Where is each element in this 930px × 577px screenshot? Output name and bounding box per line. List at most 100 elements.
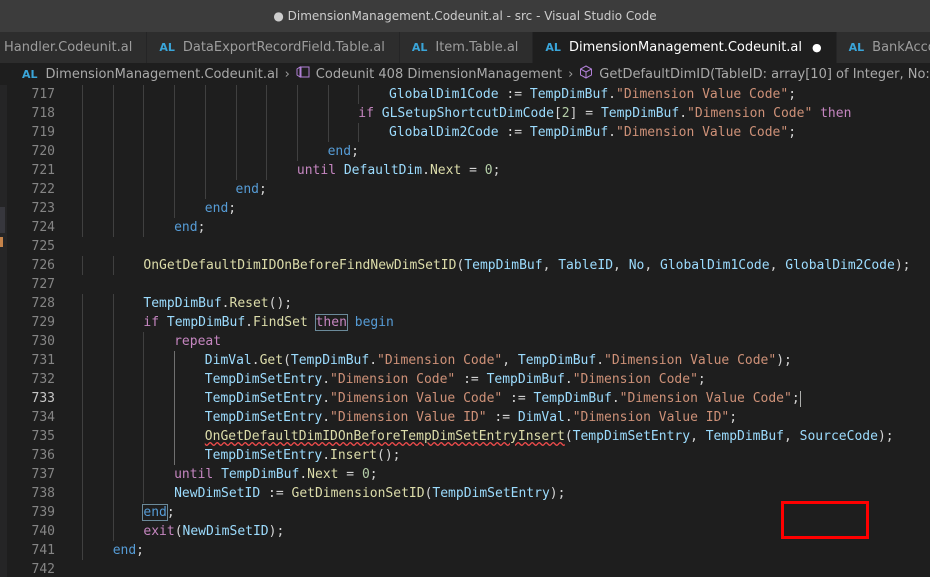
indent-guide	[82, 446, 83, 465]
code-line[interactable]: end;	[82, 541, 930, 560]
tab-label: DimensionManagement.Codeunit.al	[568, 40, 803, 55]
indent-guide	[82, 503, 83, 522]
code-token: "Dimension Value ID"	[330, 410, 487, 425]
indent-guide	[174, 104, 176, 123]
indent-guide	[112, 104, 114, 123]
code-line[interactable]: until DefaultDim.Next = 0;	[82, 161, 930, 180]
code-text: GlobalDim2Code := TempDimBuf."Dimension …	[389, 123, 796, 142]
code-line[interactable]: end;	[82, 180, 930, 199]
editor-tab[interactable]: AL Item.Table.al	[399, 32, 534, 63]
line-number: 731	[31, 353, 55, 368]
code-token: (	[174, 524, 183, 539]
indent-guide	[82, 294, 83, 313]
breadcrumb-object[interactable]: Codeunit 408 DimensionManagement	[316, 67, 562, 82]
code-line[interactable]: TempDimSetEntry."Dimension Value Code" :…	[82, 389, 930, 408]
code-line[interactable]: end;	[82, 199, 930, 218]
line-number: 722	[31, 182, 55, 197]
indent-guide	[112, 503, 114, 522]
code-text: if TempDimBuf.FindSet then begin	[143, 313, 394, 332]
line-number: 721	[31, 163, 55, 178]
editor-tab[interactable]: AL DimensionManagement.Codeunit.al ●	[533, 32, 837, 63]
line-number: 737	[31, 467, 55, 482]
indent-guide	[82, 161, 83, 180]
indent-guide	[204, 104, 206, 123]
code-line[interactable]: OnGetDefaultDimIDOnBeforeTempDimSetEntry…	[82, 427, 930, 446]
code-text: exit(NewDimSetID);	[143, 522, 284, 541]
code-token: GLSetupShortcutDimCode	[381, 106, 554, 121]
code-line[interactable]: GlobalDim2Code := TempDimBuf."Dimension …	[82, 123, 930, 142]
indent-guide	[266, 123, 268, 142]
editor-tab[interactable]: AL BankAccount.Table.al	[836, 32, 930, 63]
code-line[interactable]: end;	[82, 218, 930, 237]
gutter-marker	[0, 207, 5, 233]
indent-guide	[296, 85, 298, 104]
indent-guide	[143, 218, 145, 237]
indent-guide	[112, 351, 114, 370]
indent-guide	[204, 85, 206, 104]
code-line[interactable]: TempDimSetEntry."Dimension Value ID" := …	[82, 408, 930, 427]
indent-guide	[112, 142, 114, 161]
code-token: ,	[502, 353, 518, 368]
indent-guide	[266, 85, 268, 104]
code-line[interactable]: TempDimSetEntry.Insert();	[82, 446, 930, 465]
code-token: .	[322, 410, 331, 425]
code-token: ;	[492, 163, 501, 178]
line-number: 741	[31, 543, 55, 558]
indent-guide	[204, 180, 206, 199]
indent-guide	[174, 389, 176, 408]
breadcrumb-file[interactable]: DimensionManagement.Codeunit.al	[46, 67, 279, 82]
code-line[interactable]: OnGetDefaultDimIDOnBeforeFindNewDimSetID…	[82, 256, 930, 275]
code-line[interactable]	[82, 275, 930, 294]
code-token: );	[894, 258, 911, 273]
code-token: TempDimBuf	[533, 391, 612, 406]
indent-guide	[235, 123, 237, 142]
code-token: "Dimension Value Code"	[616, 125, 789, 140]
code-token: then	[314, 314, 348, 331]
breadcrumb-symbol[interactable]: GetDefaultDimID(TableID: array[10] of In…	[599, 67, 930, 82]
code-token: end	[112, 543, 137, 558]
code-line[interactable]: until TempDimBuf.Next = 0;	[82, 465, 930, 484]
code-line[interactable]: repeat	[82, 332, 930, 351]
code-token: "Dimension Code"	[330, 372, 456, 387]
al-file-icon: AL	[545, 41, 561, 54]
code-line[interactable]: TempDimSetEntry."Dimension Code" := Temp…	[82, 370, 930, 389]
indent-guide	[235, 85, 237, 104]
code-token: TempDimBuf	[290, 353, 370, 368]
code-token: GlobalDim1Code	[389, 87, 499, 102]
code-line[interactable]: TempDimBuf.Reset();	[82, 294, 930, 313]
code-editor[interactable]: 717 718 719 720 721 722 723 724 725 726 727 728 729 7…	[0, 85, 930, 577]
code-line[interactable]: DimVal.Get(TempDimBuf."Dimension Code", …	[82, 351, 930, 370]
code-token: TempDimSetEntry	[204, 448, 323, 463]
code-text: repeat	[174, 332, 221, 351]
code-token: "Dimension Value Code"	[330, 391, 503, 406]
unsaved-dot-icon[interactable]: ●	[812, 41, 822, 54]
indent-guide	[112, 218, 114, 237]
code-token: .	[564, 410, 573, 425]
editor-tab[interactable]: Handler.Codeunit.al	[0, 32, 148, 63]
code-token: .	[679, 106, 688, 121]
indent-guide	[174, 370, 176, 389]
code-token: GlobalDim2Code	[389, 125, 499, 140]
code-line[interactable]	[82, 560, 930, 577]
indent-guide	[235, 142, 237, 161]
breadcrumb: AL DimensionManagement.Codeunit.al › Cod…	[0, 63, 930, 85]
code-line[interactable]	[82, 237, 930, 256]
code-token: Reset	[229, 296, 269, 311]
code-text: end;	[174, 218, 205, 237]
editor-tab[interactable]: AL DataExportRecordField.Table.al	[147, 32, 400, 63]
code-line[interactable]: if TempDimBuf.FindSet then begin	[82, 313, 930, 332]
code-token: 0	[484, 163, 493, 178]
code-line[interactable]: end;	[82, 142, 930, 161]
indent-guide	[112, 389, 114, 408]
code-token: GetDimensionSetID	[291, 486, 425, 501]
code-line[interactable]: if GLSetupShortcutDimCode[2] = TempDimBu…	[82, 104, 930, 123]
indent-guide	[112, 180, 114, 199]
al-file-icon: AL	[848, 41, 865, 54]
code-token: .	[245, 315, 253, 330]
code-token: ;	[697, 372, 706, 387]
code-token: ;	[369, 467, 378, 482]
code-line[interactable]: GlobalDim1Code := TempDimBuf."Dimension …	[82, 85, 930, 104]
code-token: .	[608, 87, 616, 102]
tab-bar: Handler.Codeunit.al AL DataExportRecordFie…	[0, 32, 930, 63]
